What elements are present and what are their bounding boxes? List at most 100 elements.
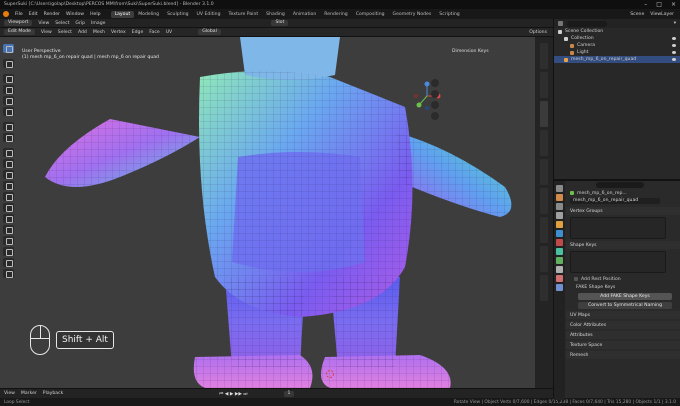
- tab-rendering[interactable]: Rendering: [320, 11, 351, 18]
- properties-tab-icon[interactable]: [556, 194, 563, 201]
- sidebar-tab-tool[interactable]: [540, 72, 548, 98]
- menu-edit[interactable]: Edit: [29, 12, 38, 17]
- tab-scripting[interactable]: Scripting: [435, 11, 463, 18]
- sidebar-tab-create[interactable]: [540, 246, 548, 272]
- sidebar-tab-hardops[interactable]: [540, 275, 548, 301]
- properties-tab-icon[interactable]: [556, 230, 563, 237]
- maximize-icon[interactable]: □: [656, 1, 662, 8]
- properties-tab-icon[interactable]: [556, 212, 563, 219]
- editor-type-selector[interactable]: Viewport: [4, 20, 33, 26]
- 3d-viewport[interactable]: User Perspective (1) mesh mp_6_on repair…: [0, 37, 535, 388]
- spin-tool-icon[interactable]: [3, 214, 14, 223]
- properties-tab-icon[interactable]: [556, 185, 563, 192]
- timeline-menu-view[interactable]: View: [4, 391, 15, 396]
- properties-tab-icon[interactable]: [556, 239, 563, 246]
- viewport-menu-uv[interactable]: UV: [166, 30, 173, 35]
- shear-tool-icon[interactable]: [3, 258, 14, 267]
- outliner-row[interactable]: Camera: [554, 42, 680, 49]
- viewport-menu-vertex[interactable]: Vertex: [111, 30, 126, 35]
- scale-tool-icon[interactable]: [3, 96, 14, 105]
- tab-animation[interactable]: Animation: [289, 11, 320, 18]
- rip-tool-icon[interactable]: [3, 269, 14, 278]
- properties-tab-icon[interactable]: [556, 275, 563, 282]
- outliner-row[interactable]: Collection: [554, 35, 680, 42]
- tab-texture-paint[interactable]: Texture Paint: [225, 11, 263, 18]
- tab-compositing[interactable]: Compositing: [352, 11, 389, 18]
- measure-tool-icon[interactable]: [3, 133, 14, 142]
- color-attributes-panel-header[interactable]: Color Attributes: [566, 321, 680, 329]
- knife-tool-icon[interactable]: [3, 192, 14, 201]
- tab-shading[interactable]: Shading: [262, 11, 289, 18]
- annotate-tool-icon[interactable]: [3, 122, 14, 131]
- current-frame-field[interactable]: 1: [283, 390, 295, 397]
- sidebar-tab-view[interactable]: [540, 101, 548, 127]
- scene-selector[interactable]: Scene: [630, 12, 644, 17]
- menu-window[interactable]: Window: [66, 12, 84, 17]
- sidebar-tab-animation[interactable]: [540, 188, 548, 214]
- tab-uv-editing[interactable]: UV Editing: [193, 11, 225, 18]
- add-fake-shape-keys-button[interactable]: Add FAKE Shape Keys: [578, 293, 672, 300]
- fake-shape-keys-subheader[interactable]: FAKE Shape Keys: [566, 283, 680, 291]
- timeline-menu-marker[interactable]: Marker: [21, 391, 37, 396]
- zoom-icon[interactable]: [431, 79, 439, 87]
- grid-view-icon[interactable]: [431, 112, 439, 120]
- extrude-tool-icon[interactable]: [3, 148, 14, 157]
- viewport-menu-edge[interactable]: Edge: [132, 30, 144, 35]
- vertex-groups-list[interactable]: [570, 217, 666, 239]
- edge-slide-tool-icon[interactable]: [3, 236, 14, 245]
- timeline-menu-playback[interactable]: Playback: [43, 391, 64, 396]
- visibility-eye-icon[interactable]: [672, 37, 676, 40]
- inset-tool-icon[interactable]: [3, 159, 14, 168]
- mesh-name-field[interactable]: mesh_mp_6_on_repair_quad: [570, 198, 660, 204]
- outliner-row[interactable]: mesh_mp_6_on_repair_quad: [554, 56, 680, 63]
- visibility-eye-icon[interactable]: [672, 44, 676, 47]
- viewport-menu-select[interactable]: Select: [58, 30, 72, 35]
- add-rest-position-checkbox[interactable]: [574, 277, 578, 281]
- menu-help[interactable]: Help: [90, 12, 100, 17]
- header-menu-select[interactable]: Select: [55, 21, 69, 26]
- header-menu-view[interactable]: View: [38, 21, 49, 26]
- options-menu[interactable]: Options: [529, 30, 547, 35]
- tab-layout[interactable]: Layout: [110, 10, 135, 18]
- select-box-tool-icon[interactable]: [3, 44, 14, 53]
- close-icon[interactable]: ×: [671, 1, 676, 8]
- filter-icon[interactable]: ▾: [674, 21, 676, 26]
- rotate-tool-icon[interactable]: [3, 85, 14, 94]
- sidebar-tab-item[interactable]: [540, 43, 548, 69]
- viewport-menu-mesh[interactable]: Mesh: [93, 30, 105, 35]
- properties-tab-icon[interactable]: [556, 221, 563, 228]
- move-tool-icon[interactable]: [3, 74, 14, 83]
- loop-cut-tool-icon[interactable]: [3, 181, 14, 190]
- add-rest-position-row[interactable]: Add Rest Position: [566, 275, 680, 283]
- vertex-groups-panel-header[interactable]: Vertex Groups: [566, 207, 680, 215]
- attributes-panel-header[interactable]: Attributes: [566, 331, 680, 339]
- outliner-row[interactable]: Light: [554, 49, 680, 56]
- properties-tab-icon[interactable]: [556, 203, 563, 210]
- mode-selector[interactable]: Edit Mode: [4, 29, 35, 35]
- header-menu-image[interactable]: Image: [91, 21, 105, 26]
- camera-view-icon[interactable]: [431, 101, 439, 109]
- header-menu-grip[interactable]: Grip: [75, 21, 85, 26]
- viewport-menu-face[interactable]: Face: [149, 30, 159, 35]
- outliner-search-input[interactable]: [567, 20, 607, 27]
- bevel-tool-icon[interactable]: [3, 170, 14, 179]
- sidebar-tab-screencast-keys[interactable]: [540, 159, 548, 185]
- playback-controls-icon[interactable]: ⏮ ◀ ▶ ▶▶ ⏭: [219, 391, 247, 397]
- properties-tab-icon[interactable]: [556, 257, 563, 264]
- viewport-menu-add[interactable]: Add: [78, 30, 87, 35]
- menu-file[interactable]: File: [15, 12, 23, 17]
- properties-tab-icon[interactable]: [556, 284, 563, 291]
- visibility-eye-icon[interactable]: [672, 58, 676, 61]
- poly-build-tool-icon[interactable]: [3, 203, 14, 212]
- outliner-editor-icon[interactable]: [558, 21, 563, 26]
- pan-hand-icon[interactable]: [431, 90, 439, 98]
- properties-search-input[interactable]: [596, 182, 644, 188]
- remesh-panel-header[interactable]: Remesh: [566, 351, 680, 359]
- convert-symmetrical-button[interactable]: Convert to Symmetrical Naming: [578, 302, 672, 309]
- sidebar-tab-edit[interactable]: [540, 130, 548, 156]
- viewport-menu-view[interactable]: View: [41, 30, 52, 35]
- overlay-panel-label[interactable]: Dimension Keys: [452, 49, 489, 54]
- tab-modeling[interactable]: Modeling: [134, 11, 163, 18]
- properties-tab-icon[interactable]: [556, 266, 563, 273]
- texture-space-panel-header[interactable]: Texture Space: [566, 341, 680, 349]
